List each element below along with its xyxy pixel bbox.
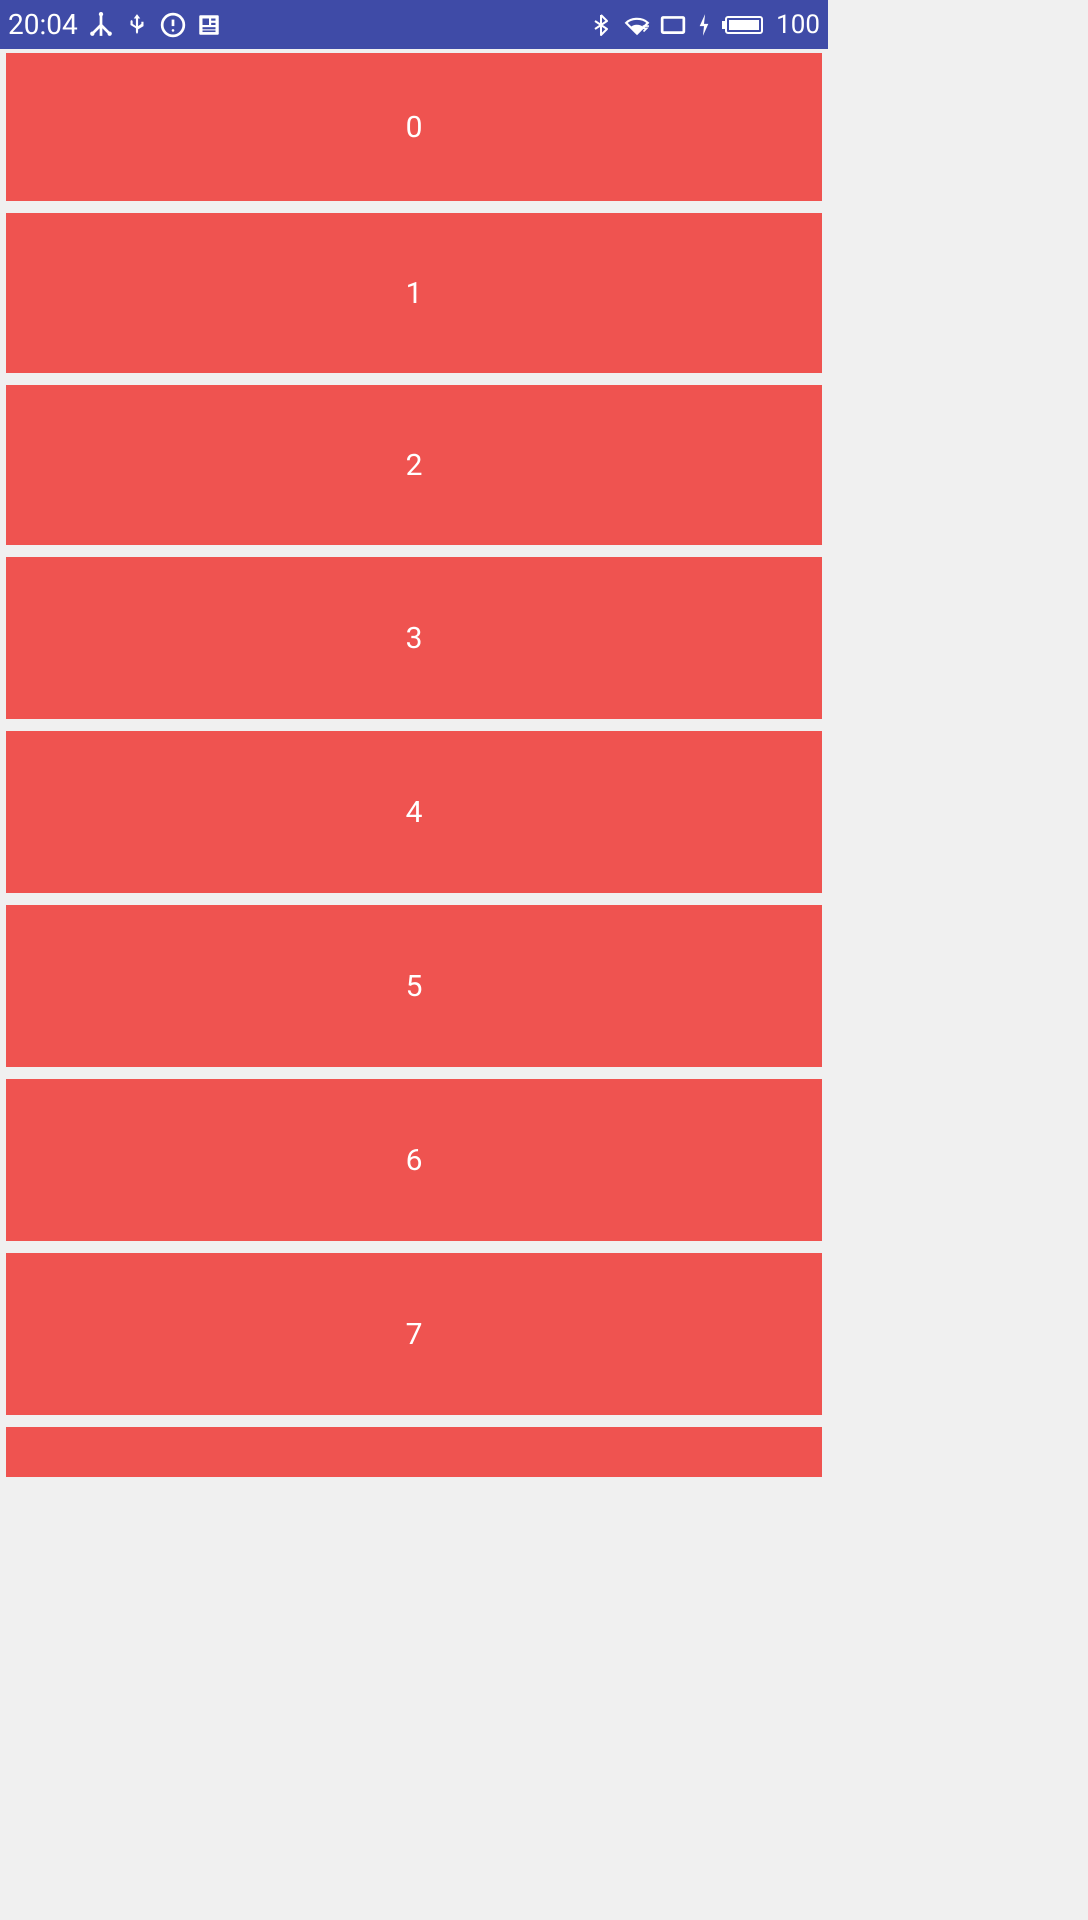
- usb-icon: [124, 12, 150, 38]
- list-container[interactable]: 0 1 2 3 4 5 6 7: [0, 49, 828, 1461]
- list-item[interactable]: [6, 1427, 822, 1477]
- list-item-label: 2: [406, 448, 423, 483]
- list-item-label: 7: [406, 1317, 423, 1352]
- list-item[interactable]: 4: [6, 731, 822, 893]
- status-battery-level: 100: [776, 10, 820, 40]
- list-item[interactable]: 6: [6, 1079, 822, 1241]
- list-item[interactable]: 0: [6, 53, 822, 201]
- status-bar: 20:04 100: [0, 0, 828, 49]
- list-item-label: 3: [406, 621, 423, 656]
- alert-circle-icon: [160, 12, 186, 38]
- list-item-label: 1: [406, 276, 423, 311]
- bluetooth-icon: [588, 12, 614, 38]
- wifi-icon: [624, 12, 650, 38]
- list-item-label: 6: [406, 1143, 423, 1178]
- status-bar-left: 20:04: [8, 8, 222, 41]
- status-bar-right: 100: [588, 10, 820, 40]
- charging-icon: [696, 12, 712, 38]
- status-time: 20:04: [8, 8, 78, 41]
- list-item[interactable]: 1: [6, 213, 822, 373]
- list-item[interactable]: 2: [6, 385, 822, 545]
- graph-icon: [88, 12, 114, 38]
- list-item-label: 0: [406, 110, 423, 145]
- screen-icon: [660, 12, 686, 38]
- list-item[interactable]: 7: [6, 1253, 822, 1415]
- battery-icon: [722, 12, 766, 38]
- list-item[interactable]: 3: [6, 557, 822, 719]
- list-item-label: 4: [406, 795, 423, 830]
- list-item[interactable]: 5: [6, 905, 822, 1067]
- list-item-label: 5: [406, 969, 423, 1004]
- news-icon: [196, 12, 222, 38]
